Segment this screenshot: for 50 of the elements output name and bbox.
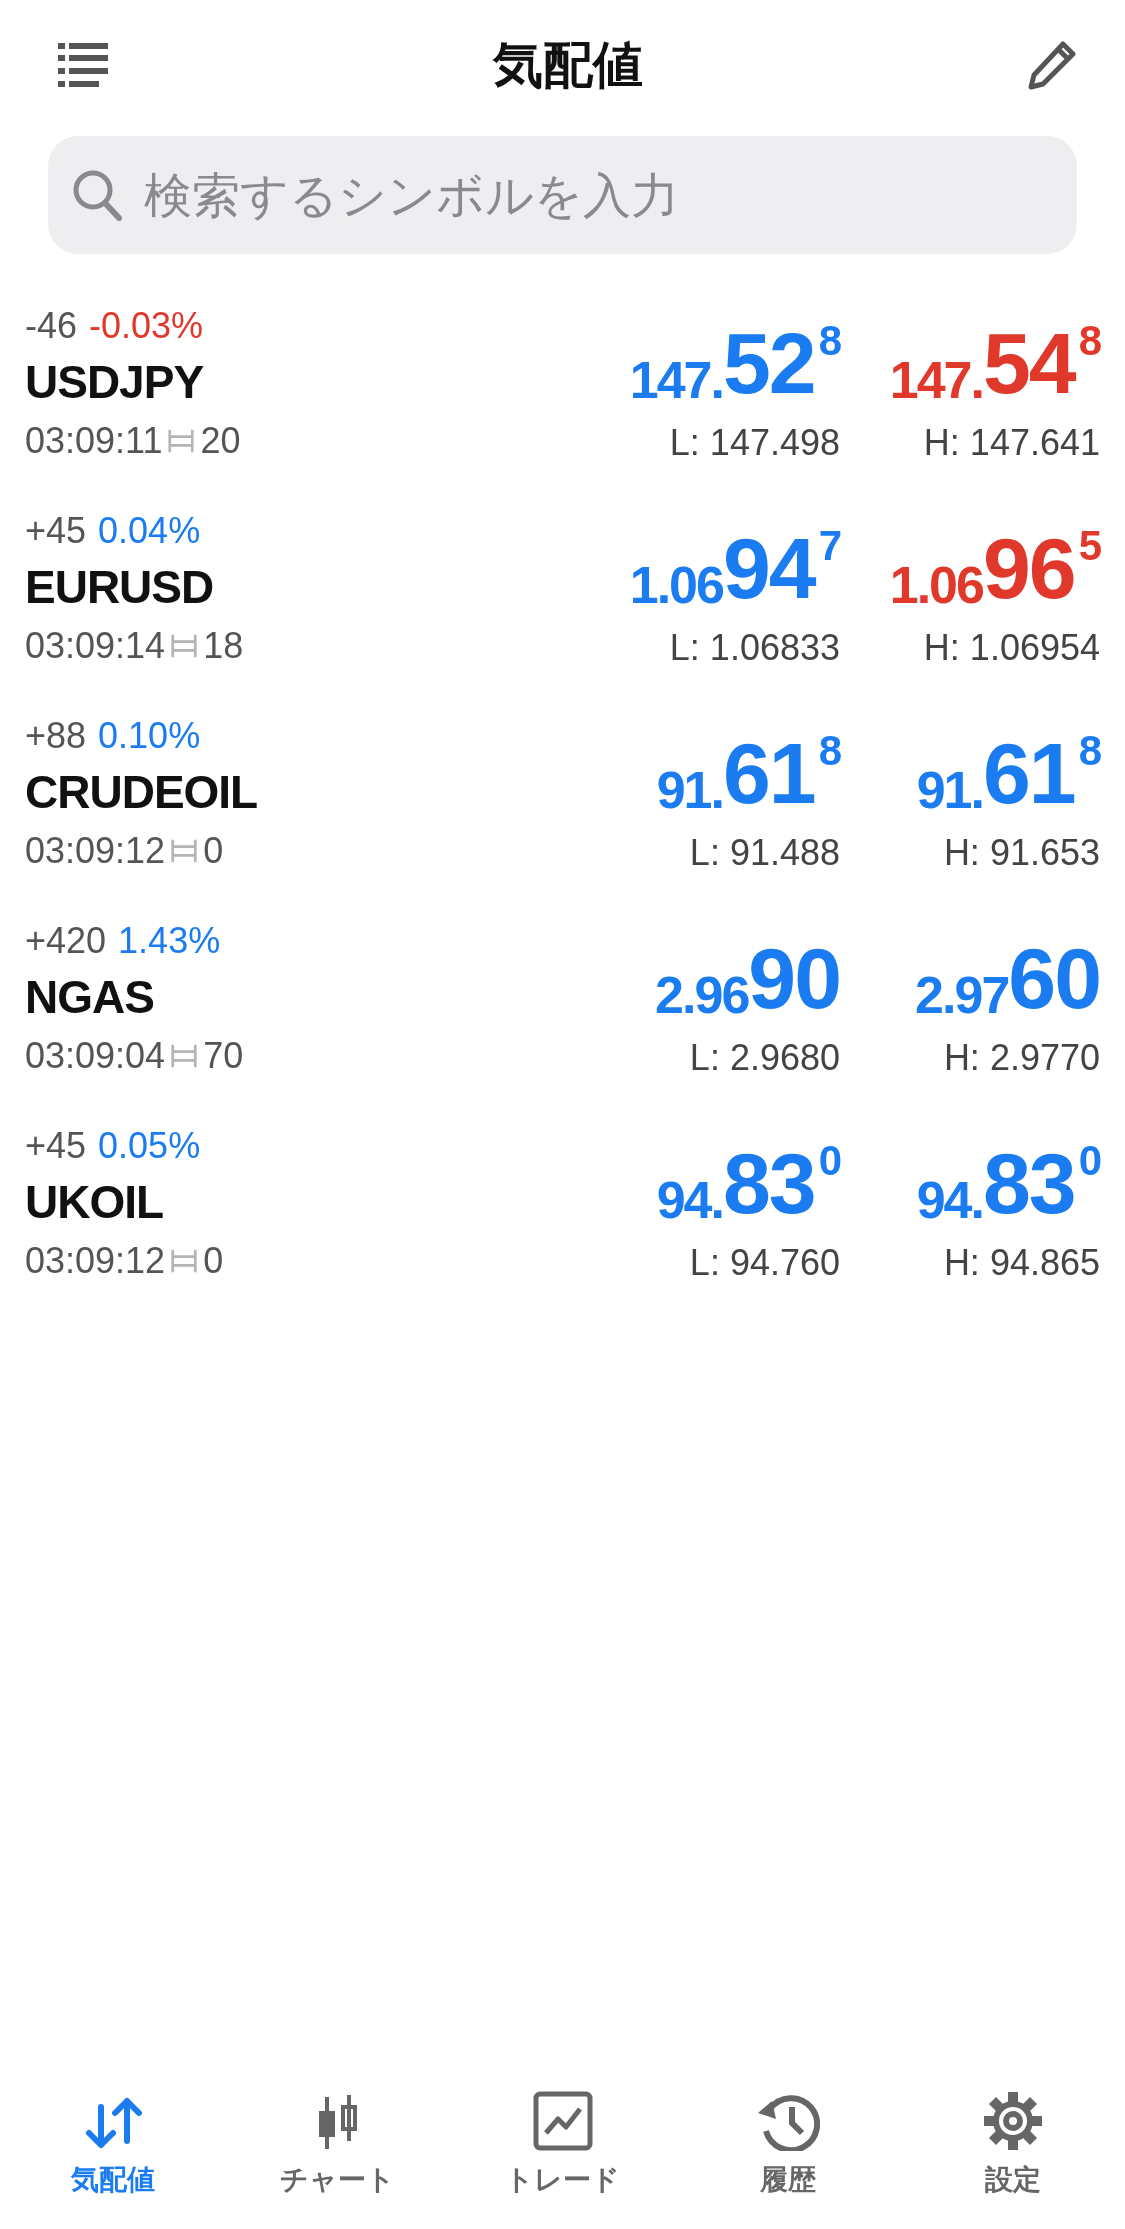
line-chart-icon (532, 2091, 593, 2151)
quote-time: 03:09:14 (25, 624, 166, 668)
symbol-name: CRUDEOIL (25, 765, 259, 820)
search-icon (72, 169, 122, 221)
change-points: +45 (25, 1124, 87, 1168)
page-title: 気配値 (492, 34, 643, 96)
tab[interactable]: トレード (450, 2069, 675, 2199)
change-points: +45 (25, 509, 87, 553)
high-price: H: 2.9770 (943, 1037, 1100, 1079)
symbol-name: UKOIL (25, 1175, 165, 1230)
price: 2.9690 (655, 929, 840, 1028)
list-icon[interactable] (58, 43, 108, 87)
high-price: H: 1.06954 (923, 627, 1100, 669)
change-percent: 0.05% (98, 1124, 201, 1168)
low-price: L: 2.9680 (689, 1037, 840, 1079)
spread-value: 0 (203, 1239, 224, 1283)
change-points: +420 (25, 919, 107, 963)
low-price: L: 91.488 (689, 832, 840, 874)
search-field[interactable]: 検索するシンボルを入力 (48, 136, 1077, 254)
quote-time: 03:09:12 (25, 1239, 166, 1283)
low-price: L: 147.498 (669, 422, 840, 464)
spread-value: 18 (203, 624, 244, 668)
tab[interactable]: 履歴 (675, 2069, 900, 2199)
change-points: +88 (25, 714, 87, 758)
high-price: H: 147.641 (923, 422, 1100, 464)
search-input[interactable]: 検索するシンボルを入力 (142, 166, 1053, 224)
spread-value: 20 (200, 419, 241, 463)
symbol-name: EURUSD (25, 560, 215, 615)
quote-time: 03:09:12 (25, 829, 166, 873)
spread-value: 70 (203, 1034, 244, 1078)
change-percent: 0.10% (98, 714, 201, 758)
tab[interactable]: 設定 (900, 2069, 1125, 2199)
low-price: L: 94.760 (689, 1242, 840, 1284)
change-percent: -0.03% (89, 304, 204, 348)
quote-time: 03:09:11 (25, 419, 163, 463)
quote-time: 03:09:04 (25, 1034, 166, 1078)
symbol-name: USDJPY (25, 355, 205, 410)
high-price: H: 94.865 (943, 1242, 1100, 1284)
spread-value: 0 (203, 829, 224, 873)
low-price: L: 1.06833 (669, 627, 840, 669)
high-price: H: 91.653 (943, 832, 1100, 874)
settings-icon (982, 2091, 1043, 2151)
pencil-icon[interactable] (1027, 40, 1077, 90)
symbol-name: NGAS (25, 970, 155, 1025)
price: 2.9760 (915, 929, 1100, 1028)
tab[interactable]: 気配値 (0, 2069, 225, 2199)
change-points: -46 (25, 304, 78, 348)
tab[interactable]: チャート (225, 2069, 450, 2199)
change-percent: 0.04% (98, 509, 201, 553)
change-percent: 1.43% (118, 919, 221, 963)
